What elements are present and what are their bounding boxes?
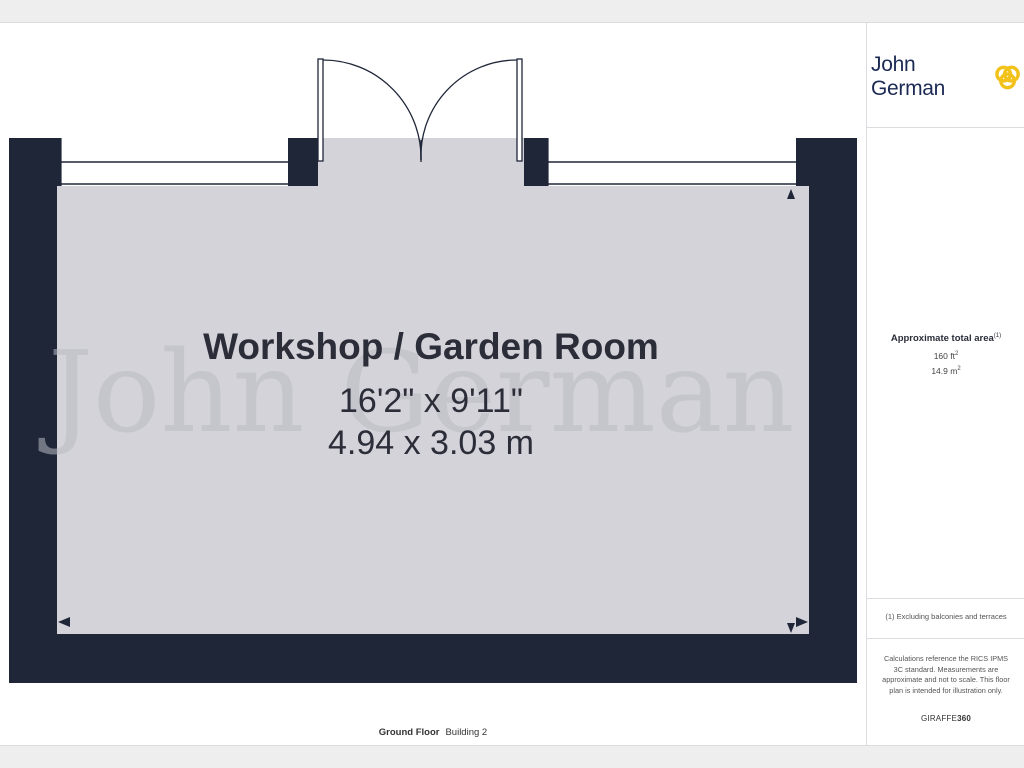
calc-section: Calculations reference the RICS IPMS 3C …	[867, 638, 1024, 745]
logo-section: John German	[867, 23, 1024, 128]
area-sqm: 14.9 m2	[931, 366, 961, 376]
brand-logo: John German	[871, 53, 1021, 100]
area-section: Approximate total area(1) 160 ft2 14.9 m…	[867, 127, 1024, 599]
room-dimension-metric: 4.94 x 3.03 m	[327, 424, 534, 462]
floor-label: Ground Floor Building 2	[0, 727, 866, 738]
area-sqft: 160 ft2	[933, 351, 959, 361]
room-dimension-imperial: 16'2" x 9'11"	[339, 382, 523, 420]
info-sidebar: John German Approximate total area(1) 16…	[866, 22, 1024, 746]
floor-name: Ground Floor	[378, 727, 440, 738]
window-right	[547, 138, 796, 186]
room-name: Workshop / Garden Room	[203, 326, 659, 367]
calculation-disclaimer: Calculations reference the RICS IPMS 3C …	[882, 654, 1010, 695]
brand-name: John German	[871, 53, 946, 100]
brand-mark-icon	[995, 65, 1020, 90]
footnote: (1) Excluding balconies and terraces	[885, 612, 1007, 621]
note-section: (1) Excluding balconies and terraces	[867, 598, 1024, 639]
building-name: Building 2	[445, 727, 488, 738]
giraffe360-credit: GIRAFFE360	[920, 714, 972, 723]
window-left	[60, 138, 288, 186]
area-title: Approximate total area(1)	[890, 333, 1002, 345]
